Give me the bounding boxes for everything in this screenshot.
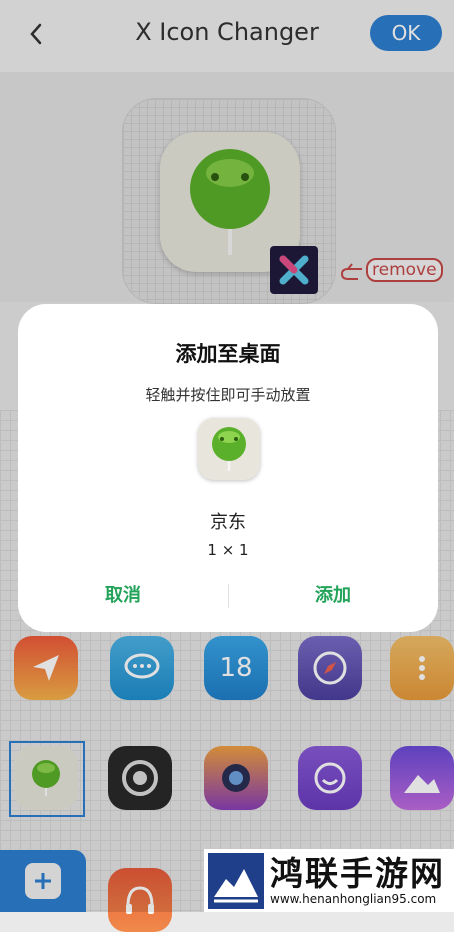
dialog-subtitle: 轻触并按住即可手动放置 bbox=[145, 386, 311, 404]
watermark-url: www.henanhonglian95.com bbox=[270, 891, 437, 906]
add-to-home-dialog: 添加至桌面 轻触并按住即可手动放置 京东 1 × 1 取消 添加 bbox=[18, 304, 438, 632]
dialog-app-name: 京东 bbox=[210, 512, 246, 533]
watermark-name: 鸿联手游网 bbox=[270, 853, 445, 893]
watermark-logo-icon bbox=[208, 852, 264, 909]
dialog-app-icon[interactable] bbox=[198, 418, 260, 480]
dialog-title: 添加至桌面 bbox=[175, 342, 281, 366]
watermark: 鸿联手游网 www.henanhonglian95.com bbox=[204, 849, 454, 912]
dialog-widget-size: 1 × 1 bbox=[207, 541, 249, 559]
add-button[interactable]: 添加 bbox=[228, 582, 438, 610]
cancel-button[interactable]: 取消 bbox=[18, 582, 228, 610]
dialog-actions: 取消 添加 bbox=[18, 582, 438, 610]
green-lollipop-icon bbox=[212, 427, 246, 471]
